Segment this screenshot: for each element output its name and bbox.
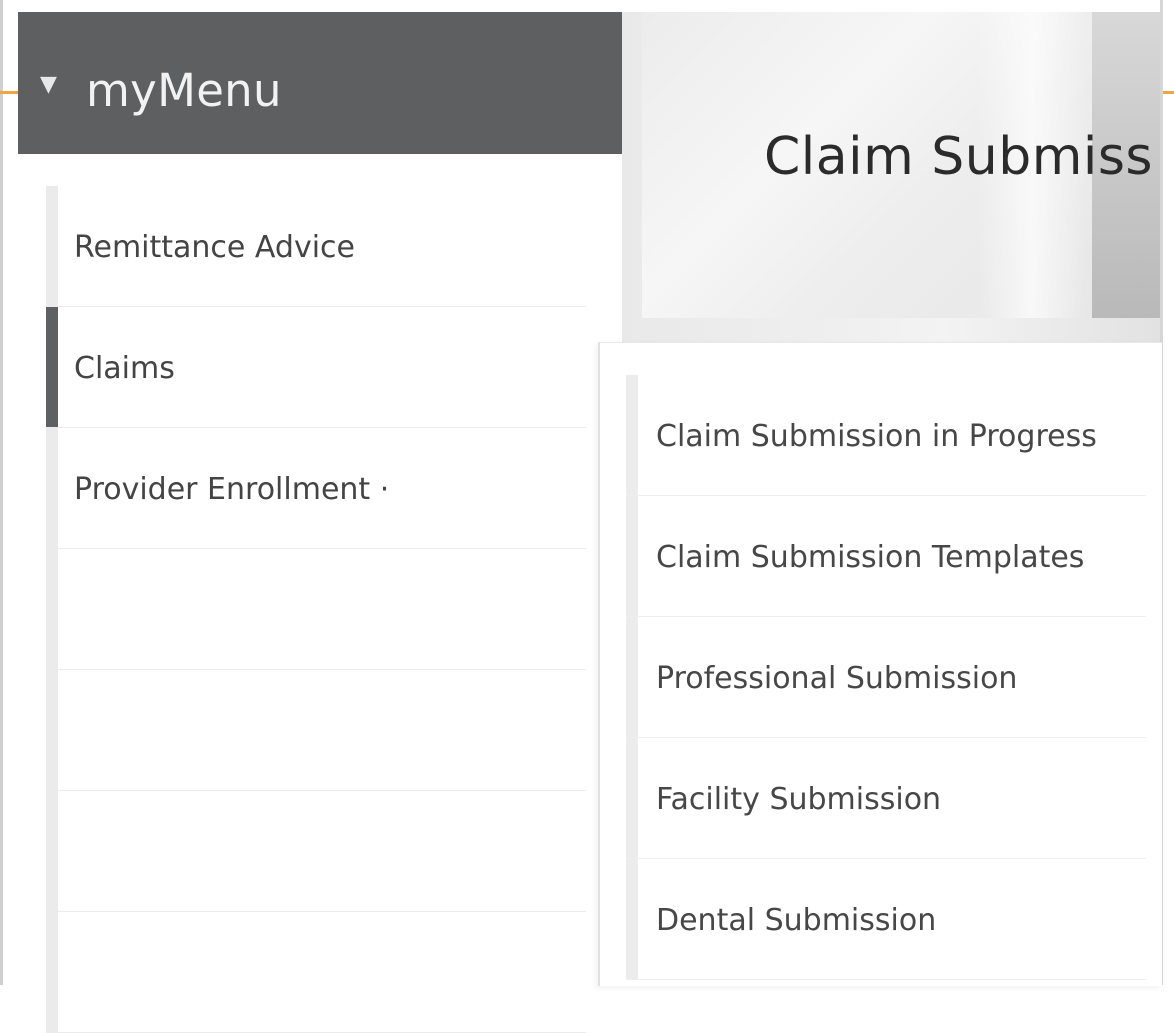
submenu-item-label: Claim Submission in Progress — [656, 419, 1097, 454]
submenu-item-label: Dental Submission — [656, 903, 937, 938]
submenu-item-indicator — [626, 738, 638, 858]
submenu-item-professional-submission[interactable]: Professional Submission — [626, 617, 1146, 738]
sidebar-item[interactable] — [46, 549, 586, 670]
mymenu-header[interactable]: ▼ myMenu — [18, 12, 628, 154]
sidebar-item-indicator — [46, 428, 58, 548]
sidebar-item-indicator — [46, 186, 58, 306]
submenu-item-claim-submission-templates[interactable]: Claim Submission Templates — [626, 496, 1146, 617]
sidebar-item[interactable] — [46, 791, 586, 912]
submenu-item-indicator — [626, 859, 638, 979]
submenu-item-indicator — [626, 617, 638, 737]
submenu-item-label: Claim Submission Templates — [656, 540, 1085, 575]
sidebar-item-indicator — [46, 307, 58, 427]
page-title: Claim Submiss — [764, 127, 1154, 187]
submenu-item-dental-submission[interactable]: Dental Submission — [626, 859, 1146, 980]
sidebar-item[interactable] — [46, 670, 586, 791]
sidebar-item-label: Claims — [74, 351, 175, 386]
sidebar-item-label: Remittance Advice — [74, 230, 356, 265]
page-banner: Claim Submiss — [622, 12, 1160, 342]
caret-down-icon[interactable]: ▼ — [40, 72, 57, 97]
sidebar-item-label: Provider Enrollment · — [74, 472, 390, 507]
accent-line-left — [0, 91, 18, 94]
sidebar-item-indicator — [46, 670, 58, 790]
sidebar-nav: Remittance Advice Claims Provider Enroll… — [46, 186, 586, 1033]
submenu-item-facility-submission[interactable]: Facility Submission — [626, 738, 1146, 859]
sidebar-item-indicator — [46, 791, 58, 911]
submenu-item-indicator — [626, 496, 638, 616]
submenu-item-claim-submission-in-progress[interactable]: Claim Submission in Progress — [626, 375, 1146, 496]
submenu-item-indicator — [626, 375, 638, 495]
sidebar-item-indicator — [46, 549, 58, 669]
claims-submenu: Claim Submission in Progress Claim Submi… — [598, 342, 1162, 986]
submenu-list: Claim Submission in Progress Claim Submi… — [626, 375, 1146, 980]
mymenu-title: myMenu — [86, 64, 282, 117]
submenu-item-label: Professional Submission — [656, 661, 1018, 696]
sidebar-item-provider-enrollment[interactable]: Provider Enrollment · — [46, 428, 586, 549]
sidebar-item-remittance-advice[interactable]: Remittance Advice — [46, 186, 586, 307]
submenu-item-label: Facility Submission — [656, 782, 942, 817]
sidebar-item-claims[interactable]: Claims — [46, 307, 586, 428]
sidebar-item-indicator — [46, 912, 58, 1032]
sidebar-item[interactable] — [46, 912, 586, 1033]
frame-border-left — [0, 0, 3, 985]
